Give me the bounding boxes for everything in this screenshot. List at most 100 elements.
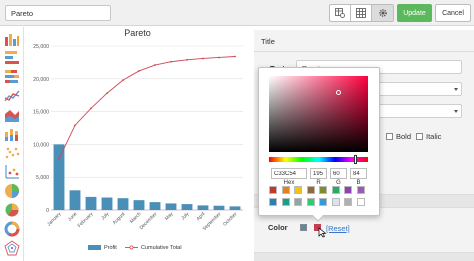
x-tick-label: July (180, 211, 191, 222)
preset-swatch[interactable] (331, 198, 340, 206)
y-tick-label: 5,000 (36, 175, 49, 181)
bar (229, 206, 241, 210)
bar (101, 197, 113, 210)
bold-checkbox[interactable] (386, 133, 393, 140)
x-tick-label: July (100, 211, 111, 222)
y-tick-label: 10,000 (33, 142, 49, 148)
stacked-bar-icon[interactable] (4, 69, 20, 85)
bar (53, 144, 65, 210)
preset-swatch[interactable] (356, 198, 365, 206)
bar (149, 202, 161, 210)
area-chart-icon[interactable] (4, 107, 20, 123)
legend-profit-swatch (88, 245, 101, 250)
bubble-chart-icon[interactable] (4, 183, 20, 199)
data-grid-button[interactable] (351, 5, 372, 21)
y-tick-label: 25,000 (33, 44, 49, 50)
x-tick-label: April (195, 211, 206, 222)
scatter-chart-icon[interactable] (4, 145, 20, 161)
b-input[interactable] (350, 168, 367, 179)
x-tick-label: June (67, 211, 79, 223)
update-button[interactable]: Update (397, 4, 432, 22)
preset-swatch[interactable] (319, 186, 327, 194)
preset-swatch[interactable] (306, 186, 315, 194)
hue-slider-handle[interactable] (354, 155, 357, 164)
panel-header-title: Title (254, 30, 474, 52)
settings-button[interactable] (372, 5, 393, 21)
radar-chart-icon[interactable] (4, 240, 20, 256)
preset-swatch[interactable] (319, 198, 327, 206)
axis-chart-icon[interactable] (4, 164, 20, 180)
default-color-swatch[interactable] (300, 224, 307, 231)
line-point (138, 70, 140, 72)
bold-label: Bold (396, 132, 412, 141)
donut-chart-icon[interactable] (4, 221, 20, 237)
color-label: Color (268, 223, 288, 232)
x-tick-label: May (164, 211, 175, 222)
section-divider-bottom (254, 252, 474, 261)
sv-cursor[interactable] (336, 90, 341, 95)
preset-swatch[interactable] (344, 198, 352, 206)
preset-swatch[interactable] (281, 198, 290, 206)
hex-input[interactable] (271, 168, 307, 179)
preset-swatch[interactable] (269, 186, 277, 194)
line-point (154, 64, 156, 66)
bar (213, 205, 225, 210)
bar (181, 204, 193, 210)
chevron-down-icon (454, 88, 458, 91)
line-point (90, 107, 92, 110)
line-point (58, 157, 60, 160)
preset-swatch[interactable] (294, 198, 302, 206)
reset-color-link[interactable]: [Reset] (326, 224, 350, 233)
chart-title-input[interactable] (5, 5, 111, 21)
table-settings-icon (335, 8, 345, 18)
preset-swatch[interactable] (331, 186, 340, 194)
x-tick-label: August (112, 211, 127, 226)
y-tick-label: 20,000 (33, 77, 49, 83)
preset-swatch[interactable] (306, 198, 315, 206)
color-picker: Hex R G B (258, 67, 380, 222)
preset-swatch[interactable] (356, 186, 365, 194)
x-tick-label: March (129, 211, 143, 225)
cancel-button[interactable]: Cancel (435, 4, 471, 22)
toolbar-button-group (329, 4, 394, 22)
italic-checkbox[interactable] (416, 133, 423, 140)
line-point (202, 57, 204, 60)
preset-swatch[interactable] (269, 198, 277, 206)
stacked-column-icon[interactable] (4, 126, 20, 142)
pie-chart-icon[interactable] (4, 202, 20, 218)
legend-cumulative-label: Cumulative Total (141, 245, 182, 251)
preset-swatch[interactable] (294, 186, 302, 194)
preset-swatch[interactable] (281, 186, 290, 194)
line-point (106, 92, 108, 95)
grid-icon (356, 8, 366, 18)
chevron-down-icon (454, 110, 458, 113)
line-point (218, 56, 220, 59)
pareto-chart: 05,00010,00015,00020,00025,000January Jun… (33, 44, 243, 251)
italic-label: Italic (426, 132, 442, 141)
column-chart-icon[interactable] (4, 31, 20, 47)
g-input[interactable] (330, 168, 347, 179)
bar (85, 196, 97, 210)
y-tick-label: 15,000 (33, 110, 49, 116)
bar (165, 203, 177, 210)
line-point (234, 55, 236, 58)
legend-profit-label: Profit (104, 245, 117, 251)
line-point (170, 60, 172, 63)
bar (197, 205, 209, 210)
cumulative-line (58, 56, 236, 160)
legend-cumulative-marker (129, 245, 134, 250)
line-point (122, 79, 124, 82)
x-tick-label: February (77, 211, 95, 229)
table-settings-button[interactable] (330, 5, 351, 21)
y-tick-label: 0 (46, 208, 49, 214)
preset-swatch[interactable] (344, 186, 352, 194)
line-point (186, 58, 188, 61)
bar (133, 200, 145, 210)
line-chart-icon[interactable] (4, 88, 20, 104)
bar-chart-icon[interactable] (4, 50, 20, 66)
chart-type-sidebar (0, 27, 24, 261)
saturation-value-area[interactable] (269, 76, 368, 152)
line-point (74, 124, 76, 127)
bar (69, 190, 81, 210)
r-input[interactable] (310, 168, 327, 179)
